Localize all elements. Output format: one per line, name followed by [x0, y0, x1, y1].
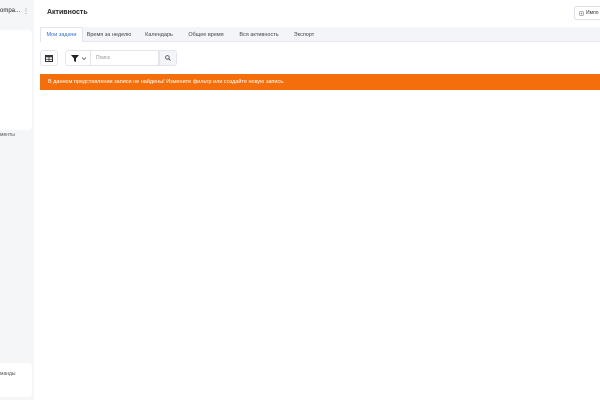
tab-all-activity[interactable]: Вся активность	[235, 27, 283, 42]
main-content: Активность Импо Мои задачи Время за неде…	[34, 0, 600, 400]
sidebar-bottom-card	[0, 363, 32, 397]
alert-text: В данном представлении записи не найдены…	[48, 79, 285, 85]
filter-button[interactable]	[65, 50, 91, 66]
company-name[interactable]: ompa...	[0, 8, 20, 14]
tab-calendar[interactable]: Календарь	[140, 27, 178, 42]
more-options-icon[interactable]: ⋮	[23, 9, 29, 15]
tab-export[interactable]: Экспорт	[288, 27, 320, 42]
tab-weekly-time[interactable]: Время за неделю	[85, 27, 133, 42]
import-label: Импо	[586, 10, 599, 16]
search-icon	[165, 55, 171, 61]
sidebar-item-teams[interactable]: манды	[0, 371, 16, 377]
search-input[interactable]	[91, 50, 159, 66]
no-records-alert: В данном представлении записи не найдены…	[40, 74, 600, 90]
page-title: Активность	[47, 9, 88, 16]
table-icon	[45, 54, 53, 62]
chevron-down-icon	[81, 56, 86, 60]
import-icon	[579, 10, 584, 16]
sidebar: ompa... ⋮ менты манды	[0, 0, 34, 400]
sidebar-item-documents[interactable]: менты	[0, 132, 15, 138]
table-view-button[interactable]	[40, 50, 58, 66]
sidebar-card	[0, 30, 32, 130]
search-button[interactable]	[159, 50, 177, 66]
import-button[interactable]: Импо	[574, 6, 600, 20]
filter-icon	[70, 54, 79, 62]
tabs-bar: Мои задачи Время за неделю Календарь Общ…	[40, 27, 600, 42]
tab-total-time[interactable]: Общее время	[183, 27, 229, 42]
page-header: Активность Импо	[34, 0, 600, 26]
tab-my-tasks[interactable]: Мои задачи	[40, 27, 83, 42]
